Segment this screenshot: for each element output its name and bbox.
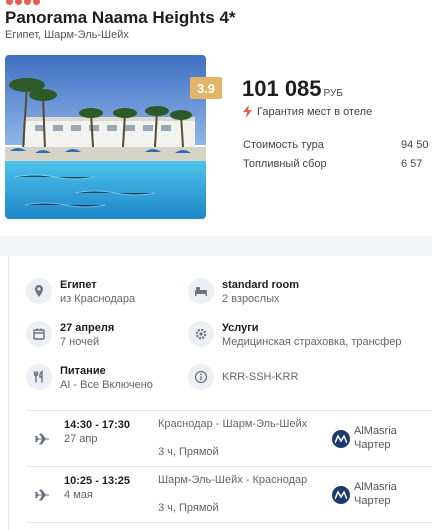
airline-name: AlMasria [354,425,397,437]
info-route-code: KRR-SSH-KRR [188,364,298,390]
room-main: standard room [222,279,300,291]
flight-route: Краснодар - Шарм-Эль-Шейх [158,418,308,430]
room-sub: 2 взрослых [222,293,280,305]
hotel-location: Египет, Шарм-Эль-Шейх [5,29,129,41]
price-currency: РУБ [323,88,343,99]
meals-sub: AI - Все Включено [60,379,153,391]
star-icon [33,0,40,5]
flight-date: 27 апр [64,433,98,445]
bolt-icon [243,105,252,118]
cost-label: Топливный сбор [243,158,327,170]
flight-type: Чартер [354,439,391,451]
airline-name: AlMasria [354,481,397,493]
flight-outbound[interactable]: 14:30 - 17:30 27 апр Краснодар - Шарм-Эл… [26,412,432,464]
flight-route: Шарм-Эль-Шейх - Краснодар [158,474,308,486]
plane-icon [34,433,49,445]
cost-row-fuel: Топливный сбор 6 57 [243,158,432,170]
star-icon [15,0,22,5]
plane-icon [34,489,49,501]
dates-main: 27 апреля [60,322,115,334]
info-room: standard room 2 взрослых [188,278,299,306]
flight-date: 4 мая [64,489,93,501]
gear-icon [188,321,214,347]
dates-sub: 7 ночей [60,336,100,348]
info-meals: Питание AI - Все Включено [26,364,153,392]
info-icon [188,364,214,390]
location-pin-icon [26,278,52,304]
route-code: KRR-SSH-KRR [222,371,299,383]
country-main: Египет [60,279,97,291]
guarantee-note: Гарантия мест в отеле [243,105,372,118]
flight-duration: 3 ч, Прямой [158,446,219,458]
bed-icon [188,278,214,304]
hotel-photo[interactable] [5,55,206,219]
flight-return[interactable]: 10:25 - 13:25 4 мая Шарм-Эль-Шейх - Крас… [26,468,432,520]
meals-main: Питание [60,365,106,377]
price-value: 101 085 [242,76,322,101]
airline-logo [332,486,350,504]
airline-logo [332,430,350,448]
services-sub: Медицинская страховка, трансфер [222,336,402,348]
info-country: Египет из Краснодара [26,278,135,306]
flight-time: 14:30 - 17:30 [64,419,131,431]
flight-type: Чартер [354,495,391,507]
flight-time: 10:25 - 13:25 [64,475,131,487]
star-icon [24,0,31,5]
cost-row-tour: Стоимость тура 94 50 [243,139,432,151]
info-dates: 27 апреля 7 ночей [26,321,114,349]
cost-value: 94 50 [401,139,429,151]
tour-price: 101 085 РУБ [242,76,343,102]
info-services: Услуги Медицинская страховка, трансфер [188,321,401,349]
flight-separator [26,410,432,411]
section-divider [0,236,432,256]
calendar-icon [26,321,52,347]
hotel-name[interactable]: Panorama Naama Heights 4* [5,8,236,28]
flight-separator [26,522,432,523]
cost-label: Стоимость тура [243,139,324,151]
services-main: Услуги [222,322,259,334]
flight-duration: 3 ч, Прямой [158,502,219,514]
hotel-stars [6,0,40,6]
cost-value: 6 57 [401,158,423,170]
cutlery-icon [26,364,52,390]
flight-separator [26,466,432,467]
guarantee-text: Гарантия мест в отеле [257,105,373,118]
country-sub: из Краснодара [60,293,136,305]
rating-badge: 3.9 [190,77,222,99]
star-icon [6,0,13,5]
